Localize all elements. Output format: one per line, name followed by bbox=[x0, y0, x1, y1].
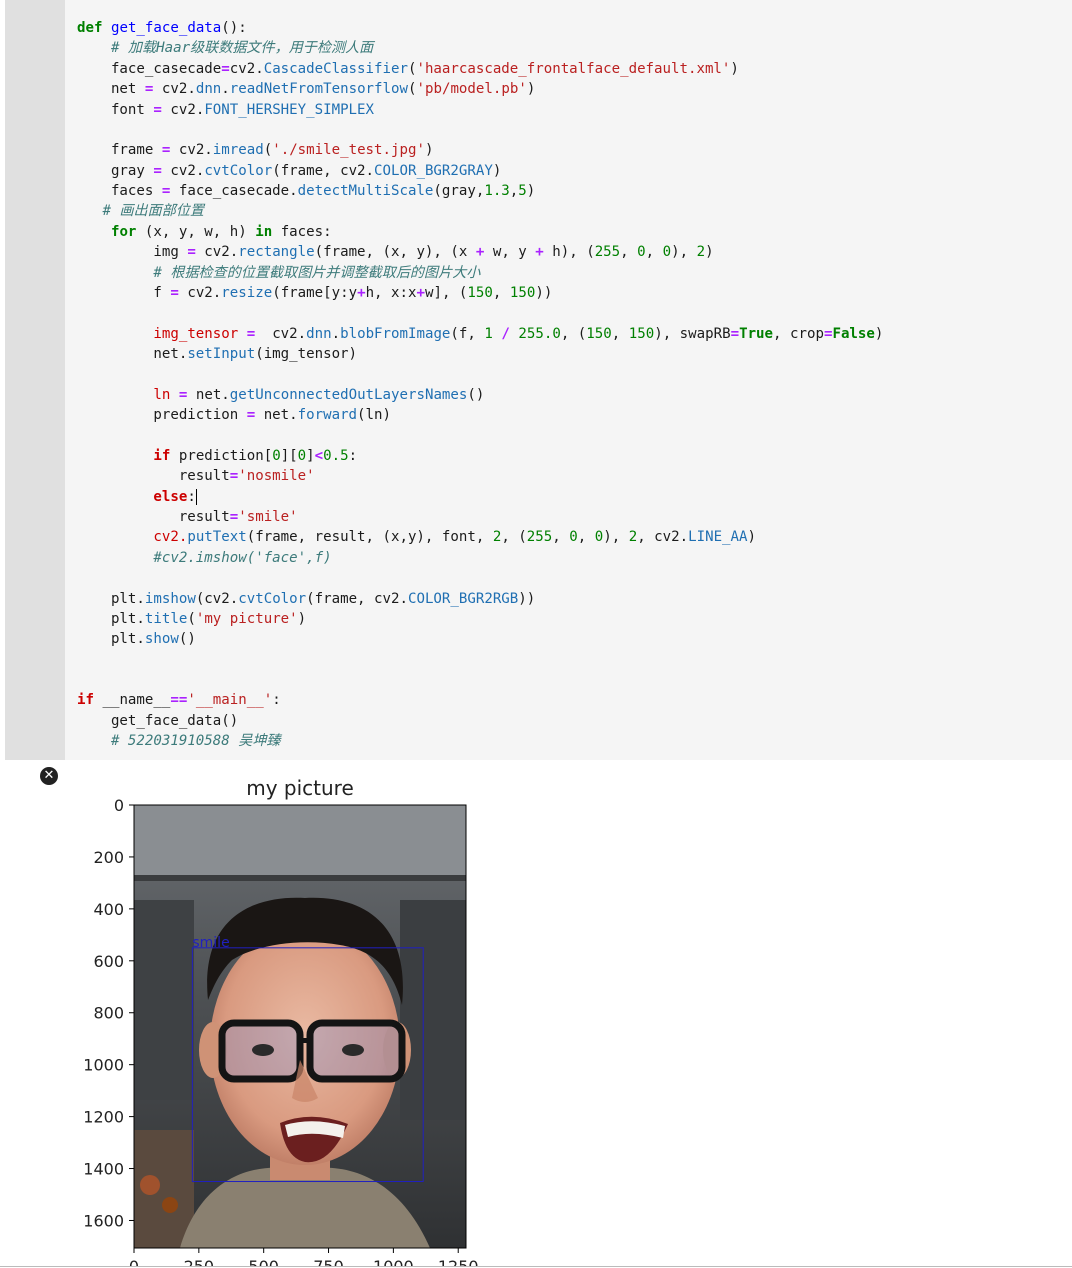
code-line[interactable]: cv2.putText(frame, result, (x,y), font, … bbox=[77, 527, 883, 547]
code-line[interactable]: # 加载Haar级联数据文件，用于检测人面 bbox=[77, 38, 883, 58]
x-axis: 0 250 500 750 1000 1250 bbox=[129, 1248, 479, 1266]
code-line[interactable] bbox=[77, 303, 883, 323]
y-tick-label: 600 bbox=[93, 952, 124, 971]
code-line[interactable] bbox=[77, 120, 883, 140]
y-tick-label: 400 bbox=[93, 900, 124, 919]
plot-title: my picture bbox=[246, 776, 354, 800]
code-line[interactable]: if __name__=='__main__': bbox=[77, 690, 883, 710]
y-tick-label: 1200 bbox=[83, 1108, 124, 1127]
y-tick-label: 800 bbox=[93, 1004, 124, 1023]
x-tick-label: 0 bbox=[129, 1257, 139, 1266]
code-line[interactable]: def get_face_data(): bbox=[77, 18, 883, 38]
code-line[interactable]: frame = cv2.imread('./smile_test.jpg') bbox=[77, 140, 883, 160]
code-line[interactable]: #cv2.imshow('face',f) bbox=[77, 548, 883, 568]
code-line[interactable] bbox=[77, 426, 883, 446]
code-line[interactable]: # 画出面部位置 bbox=[77, 201, 883, 221]
code-line[interactable]: for (x, y, w, h) in faces: bbox=[77, 222, 883, 242]
y-axis: 0 200 400 600 800 1000 1200 1400 1600 bbox=[83, 796, 134, 1230]
y-tick-label: 0 bbox=[114, 796, 124, 815]
code-line[interactable] bbox=[77, 650, 883, 670]
code-editor[interactable]: def get_face_data(): # 加载Haar级联数据文件，用于检测… bbox=[77, 18, 883, 752]
code-line[interactable]: # 根据检查的位置截取图片并调整截取后的图片大小 bbox=[77, 263, 883, 283]
code-line[interactable]: else: bbox=[77, 487, 883, 507]
code-line[interactable]: # 522031910588 吴坤臻 bbox=[77, 731, 883, 751]
cell-prompt-gutter bbox=[5, 0, 65, 760]
x-tick-label: 250 bbox=[184, 1257, 215, 1266]
code-line[interactable]: get_face_data() bbox=[77, 711, 883, 731]
code-line[interactable]: faces = face_casecade.detectMultiScale(g… bbox=[77, 181, 883, 201]
y-tick-label: 1400 bbox=[83, 1160, 124, 1179]
text-cursor bbox=[195, 488, 197, 505]
code-line[interactable]: result='nosmile' bbox=[77, 466, 883, 486]
code-line[interactable]: prediction = net.forward(ln) bbox=[77, 405, 883, 425]
code-line[interactable] bbox=[77, 568, 883, 588]
detection-label: smile bbox=[192, 935, 229, 951]
code-line[interactable]: img = cv2.rectangle(frame, (x, y), (x + … bbox=[77, 242, 883, 262]
code-line[interactable]: gray = cv2.cvtColor(frame, cv2.COLOR_BGR… bbox=[77, 161, 883, 181]
code-line[interactable]: f = cv2.resize(frame[y:y+h, x:x+w], (150… bbox=[77, 283, 883, 303]
code-line[interactable]: font = cv2.FONT_HERSHEY_SIMPLEX bbox=[77, 100, 883, 120]
code-line[interactable]: plt.show() bbox=[77, 629, 883, 649]
code-line[interactable]: if prediction[0][0]<0.5: bbox=[77, 446, 883, 466]
code-line[interactable]: face_casecade=cv2.CascadeClassifier('haa… bbox=[77, 59, 883, 79]
code-line[interactable]: img_tensor = cv2.dnn.blobFromImage(f, 1 … bbox=[77, 324, 883, 344]
divider bbox=[0, 1266, 1072, 1267]
code-line[interactable]: result='smile' bbox=[77, 507, 883, 527]
y-tick-label: 1600 bbox=[83, 1211, 124, 1230]
code-cell[interactable]: def get_face_data(): # 加载Haar级联数据文件，用于检测… bbox=[5, 0, 1072, 760]
code-line[interactable]: net.setInput(img_tensor) bbox=[77, 344, 883, 364]
code-line[interactable] bbox=[77, 670, 883, 690]
y-tick-label: 200 bbox=[93, 848, 124, 867]
matplotlib-figure: my picture smile 0 200 4006008001000120014… bbox=[83, 776, 479, 1266]
code-line[interactable]: plt.imshow(cv2.cvtColor(frame, cv2.COLOR… bbox=[77, 589, 883, 609]
y-tick-label: 1000 bbox=[83, 1056, 124, 1075]
code-line[interactable]: ln = net.getUnconnectedOutLayersNames() bbox=[77, 385, 883, 405]
code-line[interactable] bbox=[77, 364, 883, 384]
x-tick-label: 1250 bbox=[438, 1257, 479, 1266]
x-tick-label: 500 bbox=[248, 1257, 279, 1266]
x-tick-label: 1000 bbox=[373, 1257, 414, 1266]
code-line[interactable]: plt.title('my picture') bbox=[77, 609, 883, 629]
x-tick-label: 750 bbox=[313, 1257, 344, 1266]
code-line[interactable]: net = cv2.dnn.readNetFromTensorflow('pb/… bbox=[77, 79, 883, 99]
